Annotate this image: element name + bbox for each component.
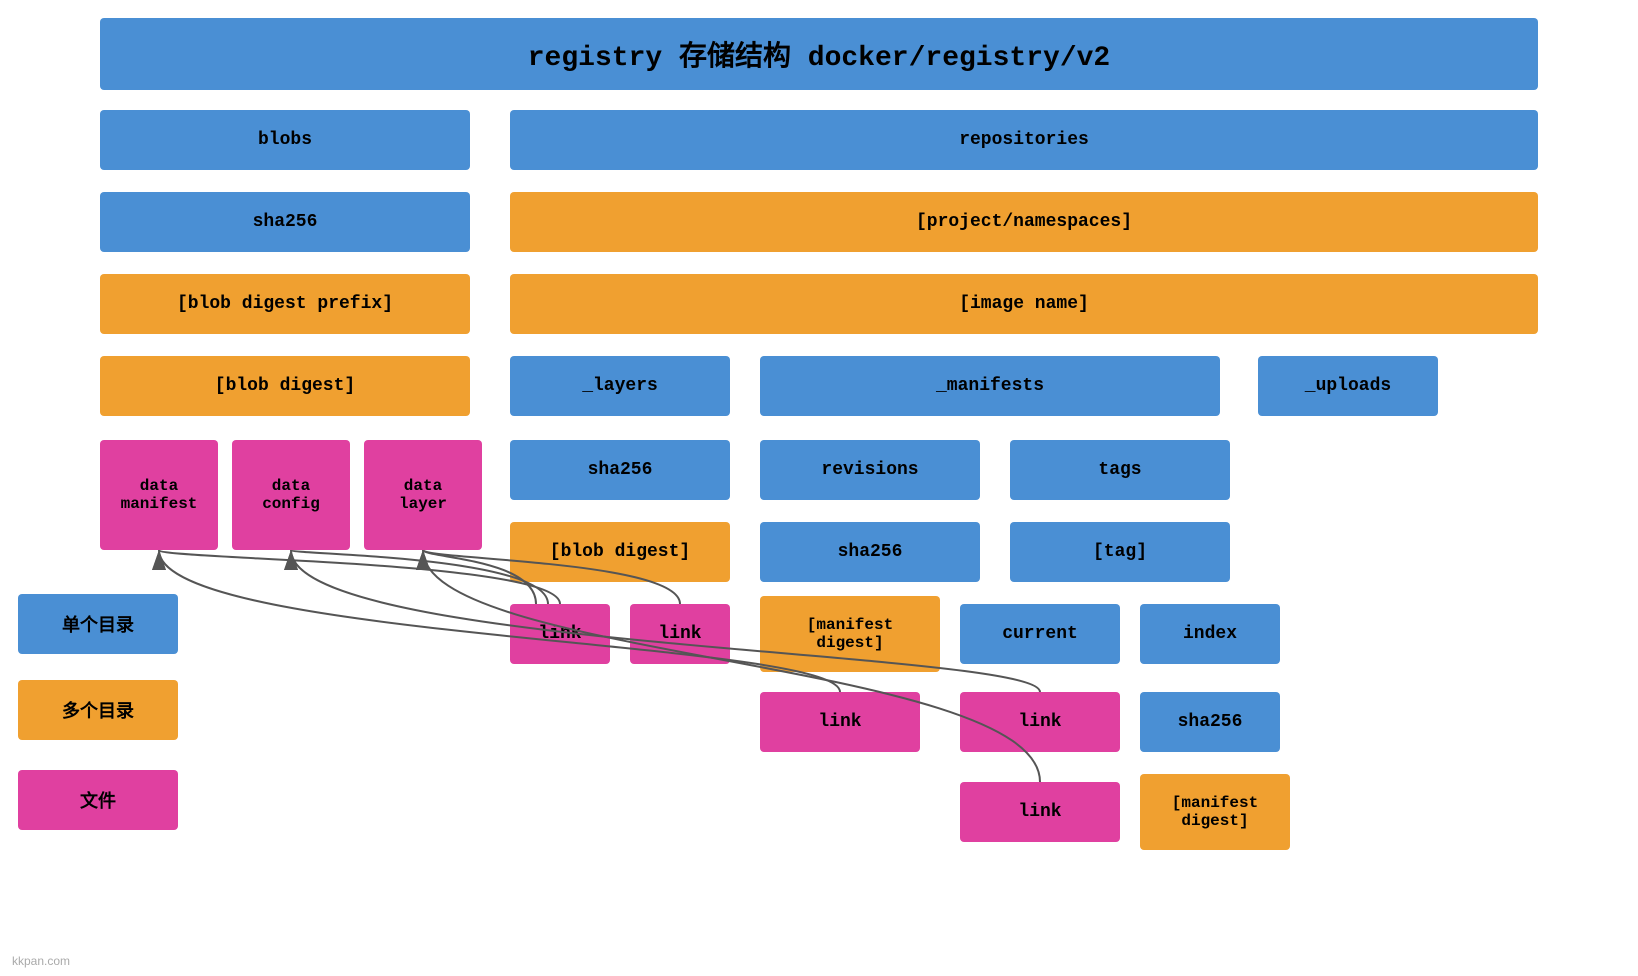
data-manifest-box: data manifest xyxy=(100,440,218,550)
sha256-layers-box: sha256 xyxy=(510,440,730,500)
watermark: kkpan.com xyxy=(12,954,70,968)
multi-dir-box: 多个目录 xyxy=(18,680,178,740)
revisions-box: revisions xyxy=(760,440,980,500)
manifests-box: _manifests xyxy=(760,356,1220,416)
image-name-box: [image name] xyxy=(510,274,1538,334)
blob-digest-box: [blob digest] xyxy=(100,356,470,416)
project-namespaces-box: [project/namespaces] xyxy=(510,192,1538,252)
single-dir-box: 单个目录 xyxy=(18,594,178,654)
link1-box: link xyxy=(510,604,610,664)
title-text: registry 存储结构 docker/registry/v2 xyxy=(528,34,1110,74)
data-config-box: data config xyxy=(232,440,350,550)
tags-box: tags xyxy=(1010,440,1230,500)
uploads-box: _uploads xyxy=(1258,356,1438,416)
file-box: 文件 xyxy=(18,770,178,830)
main-container: registry 存储结构 docker/registry/v2 blobs r… xyxy=(0,0,1638,976)
link4-box: link xyxy=(960,692,1120,752)
blobs-box: blobs xyxy=(100,110,470,170)
link2-box: link xyxy=(630,604,730,664)
title-box: registry 存储结构 docker/registry/v2 xyxy=(100,18,1538,90)
link5-box: link xyxy=(960,782,1120,842)
blob-digest-prefix-box: [blob digest prefix] xyxy=(100,274,470,334)
data-layer-box: data layer xyxy=(364,440,482,550)
tag-box: [tag] xyxy=(1010,522,1230,582)
index-box: index xyxy=(1140,604,1280,664)
link3-box: link xyxy=(760,692,920,752)
manifest-digest2-box: [manifest digest] xyxy=(1140,774,1290,850)
sha256-left-box: sha256 xyxy=(100,192,470,252)
current-box: current xyxy=(960,604,1120,664)
layers-box: _layers xyxy=(510,356,730,416)
manifest-digest-box: [manifest digest] xyxy=(760,596,940,672)
sha256-index-box: sha256 xyxy=(1140,692,1280,752)
blob-digest2-box: [blob digest] xyxy=(510,522,730,582)
repositories-box: repositories xyxy=(510,110,1538,170)
sha256-rev-box: sha256 xyxy=(760,522,980,582)
